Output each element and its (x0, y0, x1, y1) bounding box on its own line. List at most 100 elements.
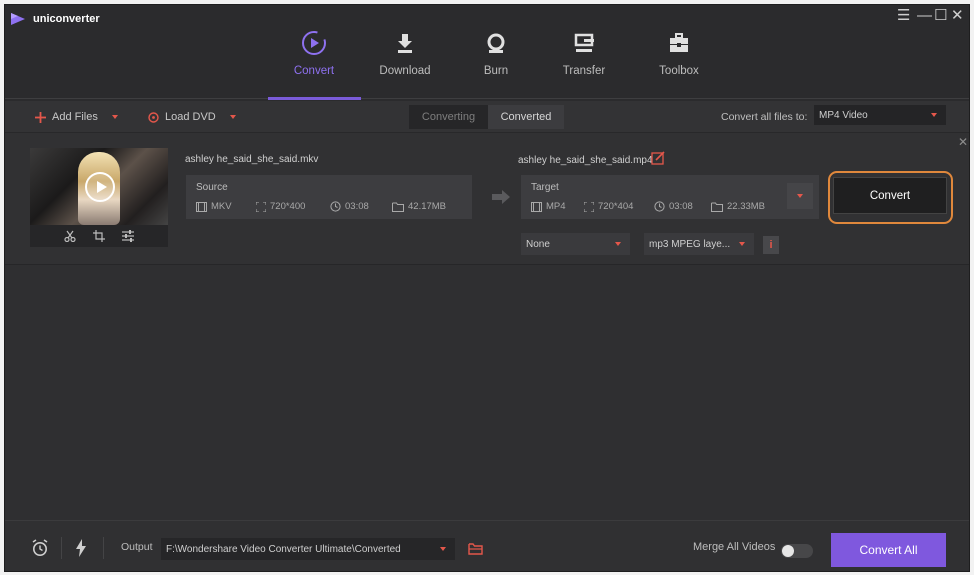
source-duration-value: 03:08 (345, 201, 369, 212)
target-format-value: MP4 (546, 201, 566, 212)
output-format-select[interactable]: MP4 Video (814, 105, 946, 125)
video-thumbnail[interactable] (30, 148, 168, 225)
tab-download[interactable]: Download (360, 27, 450, 101)
target-size-value: 22.33MB (727, 201, 766, 212)
output-format-value: MP4 Video (819, 109, 868, 121)
add-files-dropdown-icon[interactable] (111, 115, 118, 119)
bottom-bar: Output F:\Wondershare Video Converter Ul… (5, 520, 969, 571)
target-resolution-value: 720*404 (598, 201, 634, 212)
tab-transfer-label: Transfer (562, 65, 606, 77)
load-dvd-button[interactable]: Load DVD (148, 101, 236, 133)
film-icon (531, 201, 542, 212)
source-filename: ashley he_said_she_said.mkv (185, 154, 319, 165)
clock-icon (330, 201, 341, 212)
source-format: MKV (196, 201, 232, 212)
merge-toggle-knob (782, 545, 794, 557)
alarm-clock-icon[interactable] (31, 539, 49, 557)
thumbnail-tools (30, 225, 168, 247)
tab-transfer[interactable]: Transfer (539, 27, 629, 101)
output-label: Output (121, 541, 153, 553)
close-icon[interactable]: ✕ (951, 8, 964, 24)
source-title: Source (196, 182, 228, 193)
tab-convert[interactable]: Convert (269, 27, 359, 101)
toolbar: Add Files Load DVD Converting Converted … (5, 101, 969, 133)
download-icon (398, 34, 412, 53)
tab-toolbox[interactable]: Toolbox (634, 27, 724, 101)
maximize-icon[interactable]: ☐ (934, 8, 947, 24)
lightning-icon[interactable] (75, 539, 87, 557)
source-size-value: 42.17MB (408, 201, 447, 212)
output-path-dropdown-icon (440, 547, 446, 551)
toolbox-icon (670, 33, 688, 52)
target-format: MP4 (531, 201, 566, 212)
resolution-icon (256, 201, 266, 212)
output-path-select[interactable]: F:\Wondershare Video Converter Ultimate\… (161, 538, 455, 560)
effects-icon[interactable] (122, 230, 134, 242)
active-tab-indicator (268, 97, 361, 100)
tab-convert-label: Convert (293, 65, 335, 77)
add-files-label: Add Files (52, 111, 98, 123)
minimize-icon[interactable]: — (917, 8, 932, 24)
convert-all-files-label: Convert all files to: (721, 111, 808, 123)
remove-item-icon[interactable]: ✕ (958, 135, 968, 149)
subtitle-dropdown-icon (615, 242, 621, 246)
film-icon (196, 201, 207, 212)
crop-icon[interactable] (93, 230, 105, 242)
nav-divider (5, 98, 969, 99)
source-duration: 03:08 (330, 201, 369, 212)
bottom-divider (103, 537, 104, 559)
output-format-dropdown-icon (931, 113, 937, 117)
target-duration: 03:08 (654, 201, 693, 212)
transfer-icon (574, 33, 594, 52)
target-format-dropdown[interactable] (787, 183, 813, 209)
dvd-icon (148, 111, 159, 123)
merge-toggle[interactable] (781, 544, 813, 558)
play-icon[interactable] (85, 172, 115, 202)
source-resolution: 720*400 (256, 201, 305, 212)
target-filename: ashley he_said_she_said.mp4 (518, 155, 653, 166)
load-dvd-label: Load DVD (165, 111, 216, 123)
resolution-icon (584, 201, 594, 212)
convert-arrow-icon (492, 190, 510, 204)
app-window: uniconverter ☰ — ☐ ✕ Convert Download Bu… (4, 4, 970, 572)
tab-converting[interactable]: Converting (409, 105, 488, 129)
convert-button[interactable]: Convert (833, 177, 947, 214)
app-logo-icon (11, 13, 25, 25)
source-resolution-value: 720*400 (270, 201, 306, 212)
folder-icon (711, 202, 723, 212)
tab-toolbox-label: Toolbox (659, 65, 699, 77)
source-panel: Source MKV 720*400 03:08 42.17MB (186, 175, 472, 219)
tab-download-label: Download (379, 65, 431, 77)
output-path-value: F:\Wondershare Video Converter Ultimate\… (166, 543, 401, 555)
burn-icon (487, 33, 505, 53)
target-title: Target (531, 182, 559, 193)
add-files-button[interactable]: Add Files (35, 101, 118, 133)
target-size: 22.33MB (711, 201, 765, 212)
plus-icon (35, 111, 46, 123)
target-resolution: 720*404 (584, 201, 633, 212)
source-format-value: MKV (211, 201, 232, 212)
audio-track-select[interactable]: mp3 MPEG laye... (644, 233, 754, 255)
tab-burn[interactable]: Burn (451, 27, 541, 101)
merge-all-videos-label: Merge All Videos (693, 541, 776, 553)
subtitle-select[interactable]: None (521, 233, 630, 255)
folder-icon (392, 202, 404, 212)
open-folder-icon[interactable] (468, 542, 484, 555)
load-dvd-dropdown-icon[interactable] (229, 115, 236, 119)
trim-icon[interactable] (64, 230, 76, 242)
audio-track-dropdown-icon (739, 242, 745, 246)
tab-converted[interactable]: Converted (488, 105, 564, 129)
convert-icon (302, 31, 326, 55)
info-icon[interactable]: i (763, 236, 779, 254)
source-size: 42.17MB (392, 201, 446, 212)
bottom-divider (61, 537, 62, 559)
clock-icon (654, 201, 665, 212)
convert-all-button[interactable]: Convert All (831, 533, 946, 567)
target-panel: Target MP4 720*404 03:08 22.33MB (521, 175, 819, 219)
app-name: uniconverter (33, 13, 100, 25)
top-nav-bar: uniconverter ☰ — ☐ ✕ Convert Download Bu… (5, 5, 969, 101)
edit-icon[interactable] (651, 151, 665, 165)
target-format-dropdown-icon (797, 194, 803, 198)
subtitle-value: None (526, 238, 550, 250)
menu-icon[interactable]: ☰ (897, 8, 910, 24)
